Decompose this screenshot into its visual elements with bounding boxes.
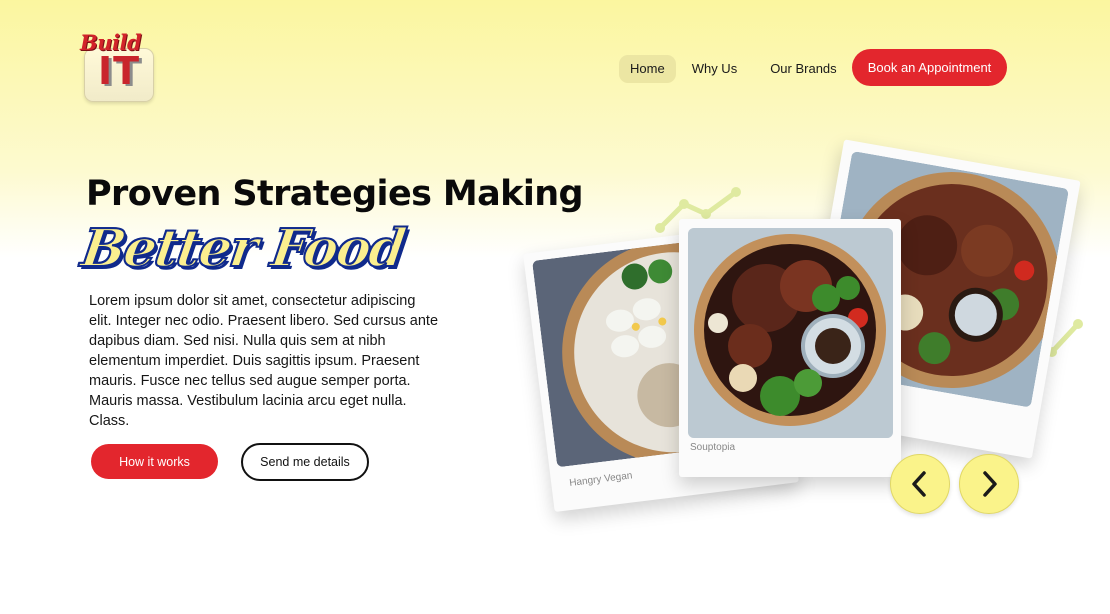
hero-title: Proven Strategies Making bbox=[86, 174, 584, 214]
nav-item-home[interactable]: Home bbox=[619, 55, 676, 83]
brand-logo[interactable]: Build IT bbox=[80, 30, 158, 104]
carousel-prev-button[interactable] bbox=[890, 454, 950, 514]
nav-item-why-us[interactable]: Why Us bbox=[681, 55, 749, 83]
book-appointment-button[interactable]: Book an Appointment bbox=[852, 49, 1007, 86]
card-caption-center: Souptopia bbox=[690, 442, 736, 453]
food-photo-center bbox=[688, 228, 893, 438]
card-caption-left: Hangry Vegan bbox=[568, 470, 633, 489]
hero-body-text: Lorem ipsum dolor sit amet, consectetur … bbox=[89, 293, 439, 429]
nav-item-our-brands[interactable]: Our Brands bbox=[759, 55, 847, 83]
carousel-next-button[interactable] bbox=[959, 454, 1019, 514]
send-details-button[interactable]: Send me details bbox=[241, 443, 369, 481]
main-nav: Home Why Us Our Brands bbox=[619, 55, 853, 83]
hero-script-title: Better Food bbox=[77, 217, 409, 280]
chevron-left-icon bbox=[912, 471, 926, 497]
logo-main-text: IT bbox=[97, 49, 141, 93]
how-it-works-button[interactable]: How it works bbox=[91, 444, 218, 479]
chevron-right-icon bbox=[983, 471, 997, 497]
carousel-card-center[interactable]: Souptopia bbox=[679, 219, 901, 477]
